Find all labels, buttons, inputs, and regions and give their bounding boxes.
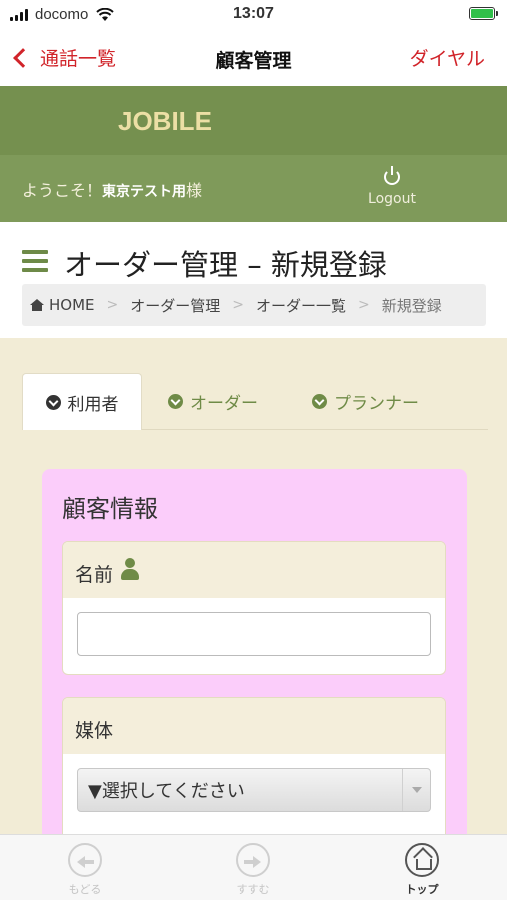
top-nav-label: トップ [405, 883, 439, 896]
home-icon [405, 843, 439, 877]
media-label: 媒体 [75, 720, 114, 742]
name-field-header: 名前 [63, 542, 445, 598]
user-name: 東京テスト用 [102, 184, 187, 200]
name-label: 名前 [75, 564, 114, 586]
media-field-header: 媒体 [63, 698, 445, 754]
tab-planner[interactable]: プランナー [312, 373, 419, 430]
tab-bar: 利用者 オーダー プランナー [22, 373, 488, 430]
customer-info-card: 顧客情報 名前 媒体 ▼選択してください [42, 469, 467, 897]
back-nav-button[interactable]: もどる [45, 843, 125, 897]
arrow-right-icon [236, 843, 270, 877]
dial-button[interactable]: ダイヤル [410, 44, 485, 71]
breadcrumb-home[interactable]: HOME [49, 296, 95, 314]
back-nav-label: もどる [68, 883, 102, 896]
logout-button[interactable]: Logout [362, 166, 422, 207]
bottom-toolbar: もどる すすむ トップ [0, 834, 507, 900]
media-select[interactable]: ▼選択してください [77, 768, 431, 812]
page-header: オーダー管理 – 新規登録 HOME > オーダー管理 > オーダー一覧 > 新… [0, 222, 507, 338]
forward-nav-label: すすむ [236, 883, 270, 896]
forward-nav-button[interactable]: すすむ [213, 843, 293, 897]
logout-label: Logout [368, 191, 416, 207]
page-title: オーダー管理 – 新規登録 [64, 248, 387, 282]
breadcrumb-current: 新規登録 [381, 296, 442, 315]
tab-order[interactable]: オーダー [168, 373, 258, 430]
arrow-down-circle-icon [45, 394, 61, 410]
site-header: JOBILE [0, 86, 507, 155]
status-bar: docomo 13:07 [0, 0, 507, 30]
welcome-message: ようこそ！東京テスト用様 [22, 177, 202, 201]
arrow-down-circle-icon [168, 394, 183, 409]
welcome-suffix: 様 [186, 181, 203, 200]
name-input[interactable] [77, 612, 431, 656]
tab-order-label: オーダー [190, 394, 258, 414]
card-title: 顧客情報 [62, 495, 158, 523]
tab-user[interactable]: 利用者 [22, 373, 142, 430]
arrow-down-circle-icon [312, 394, 327, 409]
breadcrumb-order-list[interactable]: オーダー一覧 [256, 295, 346, 316]
breadcrumb: HOME > オーダー管理 > オーダー一覧 > 新規登録 [22, 284, 486, 326]
tab-user-label: 利用者 [67, 394, 119, 415]
top-nav-button[interactable]: トップ [382, 843, 462, 897]
battery-icon [469, 7, 498, 20]
breadcrumb-separator: > [358, 297, 370, 313]
chevron-down-icon [402, 769, 430, 811]
breadcrumb-separator: > [232, 297, 244, 313]
user-bar: ようこそ！東京テスト用様 Logout [0, 155, 507, 222]
media-select-value: ▼選択してください [88, 781, 245, 802]
name-field-group: 名前 [62, 541, 446, 675]
welcome-prefix: ようこそ！ [22, 181, 103, 200]
home-icon [30, 299, 44, 311]
breadcrumb-separator: > [106, 297, 119, 313]
breadcrumb-order-management[interactable]: オーダー管理 [130, 295, 220, 316]
arrow-left-icon [68, 843, 102, 877]
user-icon [121, 558, 140, 580]
menu-icon[interactable] [22, 250, 48, 277]
power-icon [384, 166, 400, 185]
navigation-bar: 通話一覧 顧客管理 ダイヤル [0, 30, 507, 86]
tab-planner-label: プランナー [334, 394, 419, 414]
clock: 13:07 [233, 5, 274, 22]
site-logo[interactable]: JOBILE [118, 106, 212, 137]
